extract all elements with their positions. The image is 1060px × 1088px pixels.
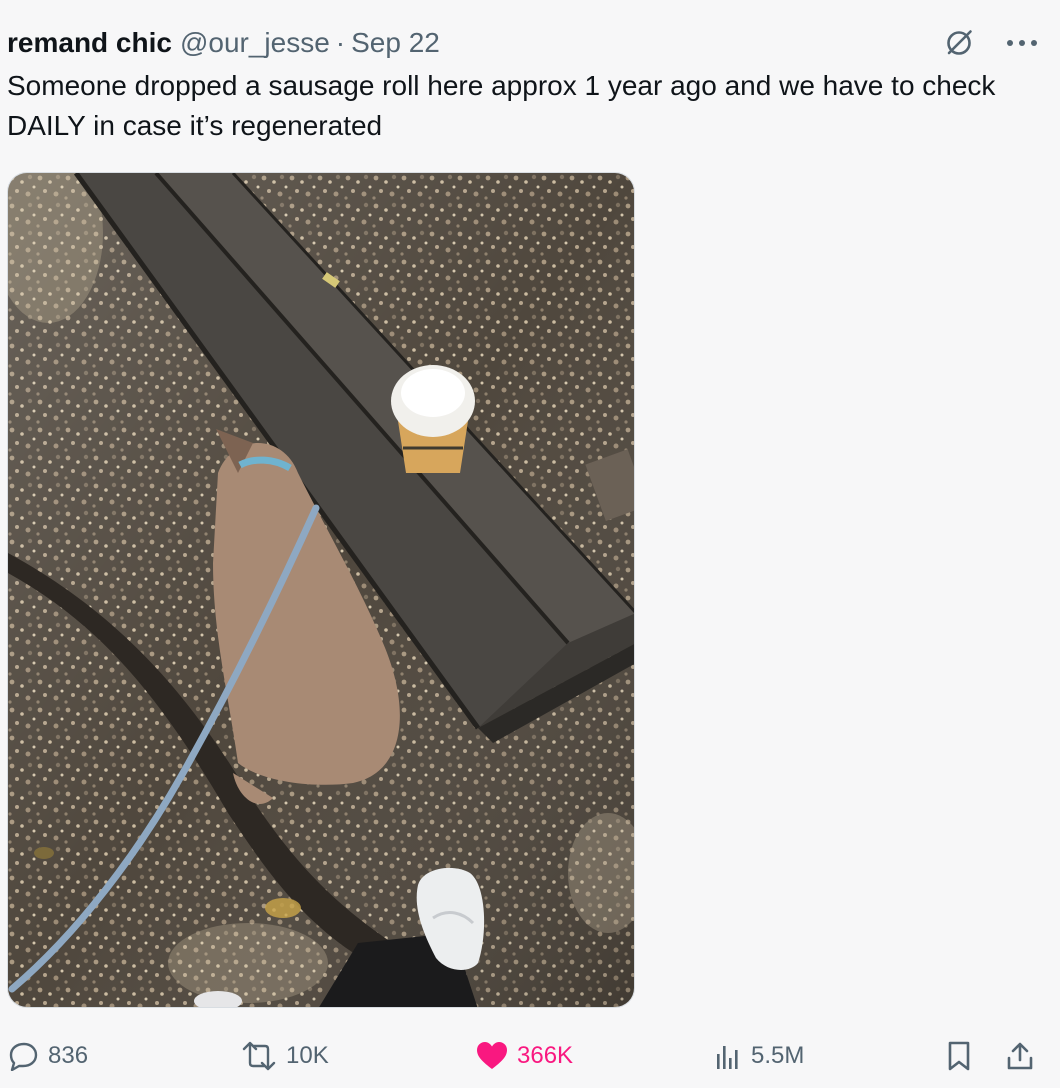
photo-illustration [8,173,634,1007]
coffee-cup [391,365,475,473]
tweet-text: Someone dropped a sausage roll here appr… [7,70,1004,141]
reply-button[interactable]: 836 [6,1034,88,1078]
grok-icon [947,30,972,55]
views-icon [717,1046,738,1069]
repost-count: 10K [286,1042,329,1069]
reply-icon [9,1042,38,1071]
tweet-photo[interactable] [7,172,635,1008]
user-handle[interactable]: @our_jesse [180,24,330,62]
tweet-header: remand chic @our_jesse · Sep 22 [7,24,1040,62]
like-button[interactable]: 366K [475,1034,573,1078]
views-count: 5.5M [751,1042,805,1069]
reply-count: 836 [48,1042,89,1069]
share-button[interactable] [1004,1034,1036,1078]
tweet: remand chic @our_jesse · Sep 22 Someone … [0,0,1060,1088]
repost-icon [242,1041,276,1071]
tweet-date[interactable]: Sep 22 [351,24,440,62]
repost-button[interactable]: 10K [240,1034,329,1078]
views-button[interactable]: 5.5M [713,1034,804,1078]
more-icon [1007,40,1037,46]
tweet-actions: 836 10K 366K 5.5M [0,1030,1060,1080]
like-count: 366K [517,1042,574,1069]
share-icon [1007,1042,1033,1070]
heart-icon [477,1042,507,1069]
bookmark-button[interactable] [944,1034,974,1078]
separator-dot: · [335,27,346,58]
display-name[interactable]: remand chic [7,24,172,62]
bookmark-icon [948,1041,970,1071]
grok-button[interactable] [942,26,976,60]
more-button[interactable] [1004,26,1040,60]
